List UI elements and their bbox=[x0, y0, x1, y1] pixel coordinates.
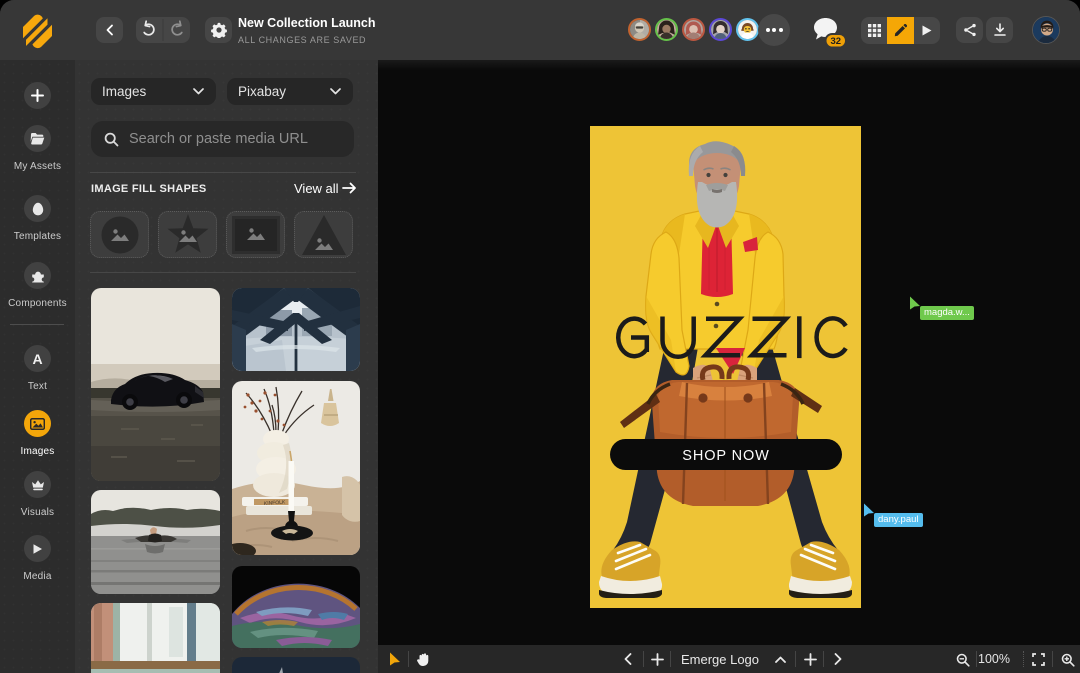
svg-text:32: 32 bbox=[831, 36, 842, 47]
svg-text:SHOP NOW: SHOP NOW bbox=[682, 448, 770, 464]
